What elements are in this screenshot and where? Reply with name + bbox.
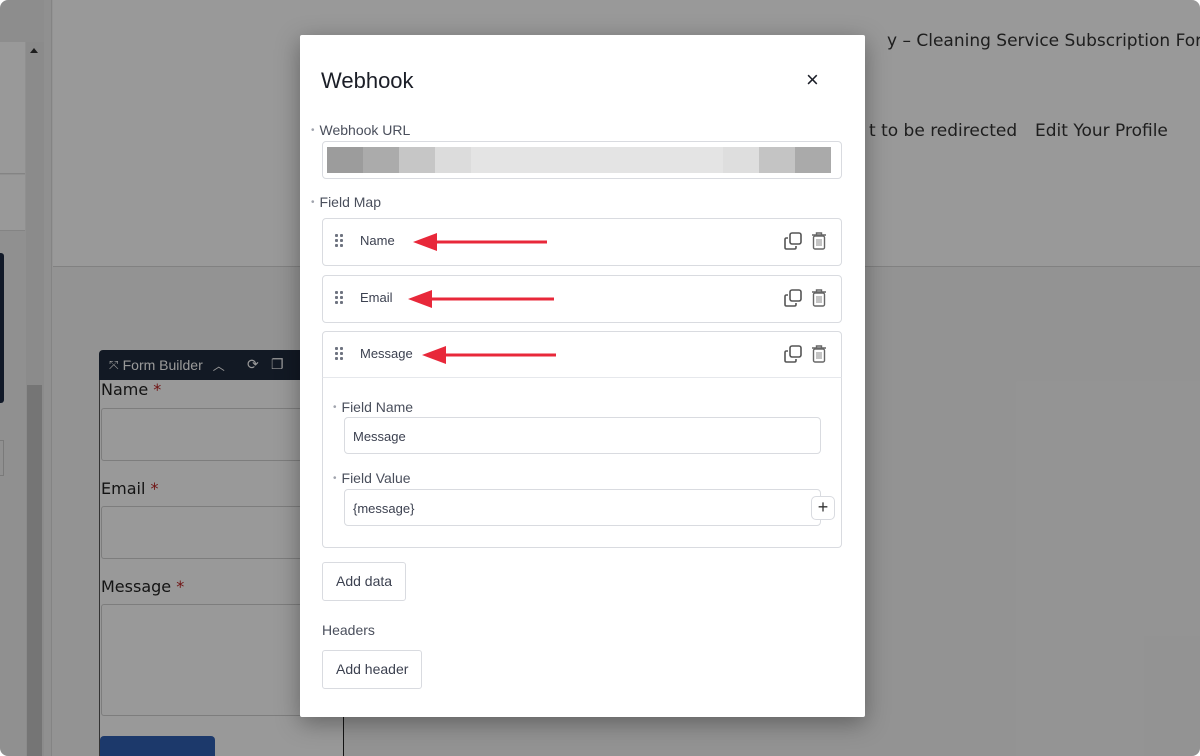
field-map-item-name: Email	[360, 290, 393, 305]
field-map-item-expanded[interactable]: Message	[322, 331, 842, 378]
drag-handle-icon[interactable]	[335, 347, 347, 363]
duplicate-icon[interactable]	[784, 289, 802, 307]
drag-handle-icon[interactable]	[335, 234, 347, 250]
webhook-url-input[interactable]	[322, 141, 842, 179]
redaction-block	[363, 147, 399, 173]
drag-handle-icon[interactable]	[335, 291, 347, 307]
label-text: Field Map	[319, 194, 381, 210]
bullet: •	[333, 402, 337, 413]
redaction-block	[327, 147, 363, 173]
redaction-block	[759, 147, 795, 173]
delete-icon[interactable]	[811, 231, 827, 250]
headers-label: Headers	[322, 622, 375, 638]
modal-title: Webhook	[321, 68, 414, 93]
webhook-modal: Webhook × • Webhook URL • Field Map Name	[300, 35, 865, 717]
add-header-button[interactable]: Add header	[322, 650, 423, 689]
field-value-text: {message}	[353, 501, 415, 516]
bullet: •	[311, 197, 315, 208]
label-text: Field Value	[341, 470, 411, 486]
annotation-arrow-icon	[422, 346, 556, 364]
add-data-button[interactable]: Add data	[322, 562, 407, 601]
duplicate-icon[interactable]	[784, 345, 802, 363]
field-map-item[interactable]: Email	[322, 275, 842, 323]
field-map-item-details: • Field Name Message • Field Value {messag…	[322, 377, 842, 548]
redaction-block	[795, 147, 831, 173]
duplicate-icon[interactable]	[784, 232, 802, 250]
redaction-block	[615, 147, 651, 173]
redaction-block	[507, 147, 543, 173]
field-map-item-name: Name	[360, 233, 395, 248]
redaction-block	[435, 147, 471, 173]
bullet: •	[311, 125, 315, 136]
delete-icon[interactable]	[811, 344, 827, 363]
redacted-url-value	[327, 147, 831, 173]
field-value-input[interactable]: {message} +	[344, 489, 835, 526]
field-map-label: • Field Map	[311, 194, 381, 210]
annotation-arrow-icon	[408, 290, 554, 308]
redaction-block	[723, 147, 759, 173]
redaction-block	[579, 147, 615, 173]
field-name-label: • Field Name	[333, 399, 413, 415]
close-icon[interactable]: ×	[806, 69, 819, 93]
redaction-block	[399, 147, 435, 173]
redaction-block	[471, 147, 507, 173]
redaction-block	[687, 147, 723, 173]
delete-icon[interactable]	[811, 288, 827, 307]
insert-variable-plus-icon[interactable]: +	[811, 496, 835, 520]
bullet: •	[333, 473, 337, 484]
redaction-block	[543, 147, 579, 173]
label-text: Field Name	[341, 399, 414, 415]
label-text: Webhook URL	[319, 122, 411, 138]
field-map-item-name: Message	[360, 346, 413, 361]
annotation-arrow-icon	[413, 233, 547, 251]
field-map-item[interactable]: Name	[322, 218, 842, 266]
field-name-input[interactable]: Message	[344, 417, 821, 454]
redaction-block	[651, 147, 687, 173]
webhook-url-label: • Webhook URL	[311, 122, 410, 138]
field-value-label: • Field Value	[333, 470, 411, 486]
